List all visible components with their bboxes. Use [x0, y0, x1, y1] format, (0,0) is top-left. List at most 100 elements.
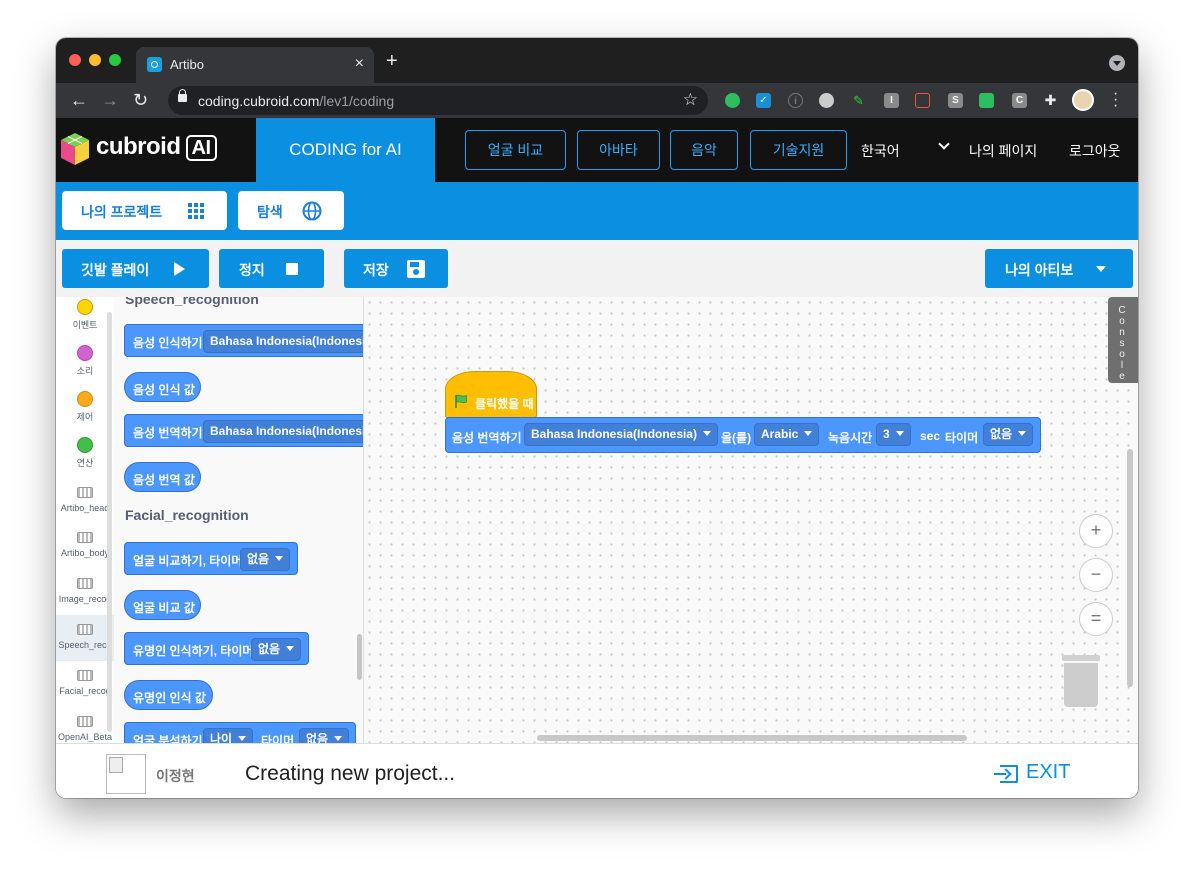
lock-icon: [178, 89, 187, 102]
celebrity-recognize-block[interactable]: 유명인 인식하기, 타이머 없음: [124, 632, 309, 665]
music-nav-button[interactable]: 음악: [670, 130, 738, 170]
favicon-icon: [147, 57, 162, 72]
category-operators[interactable]: 연산: [56, 437, 114, 469]
close-window-button[interactable]: [69, 54, 81, 66]
minimize-window-button[interactable]: [89, 54, 101, 66]
save-label: 저장: [363, 262, 389, 278]
category-label: OpenAI_Beta: [57, 732, 113, 742]
block-label: 녹음시간: [828, 431, 873, 445]
category-sound[interactable]: 소리: [56, 345, 114, 377]
my-page-link[interactable]: 나의 페이지: [969, 141, 1037, 161]
forward-button[interactable]: →: [101, 89, 119, 111]
zoom-in-button[interactable]: +: [1079, 514, 1113, 548]
my-artibo-dropdown[interactable]: 나의 아티보: [985, 249, 1133, 288]
address-bar[interactable]: coding.cubroid.com/lev1/coding ☆: [168, 86, 708, 115]
browser-menu-icon[interactable]: · · ·: [1113, 86, 1118, 114]
when-flag-clicked-block[interactable]: 클릭했을 때: [445, 371, 537, 419]
avatar-nav-button[interactable]: 아바타: [577, 130, 660, 170]
category-scrollbar[interactable]: [107, 312, 112, 732]
save-icon: [407, 260, 425, 278]
logout-link[interactable]: 로그아웃: [1069, 141, 1121, 161]
cubroid-logo-icon: [61, 133, 89, 165]
speech-translate-block[interactable]: 음성 번역하기 Bahasa Indonesia(Indonesia): [124, 414, 363, 447]
face-analyze-block[interactable]: 얼굴 분석하기 나이 타이머 없음: [124, 722, 356, 743]
zoom-reset-button[interactable]: =: [1079, 602, 1113, 636]
timer-dropdown[interactable]: 없음: [983, 423, 1034, 446]
category-artibo-body[interactable]: Artibo_body: [56, 532, 114, 558]
record-time-dropdown[interactable]: 3: [876, 423, 911, 446]
flag-play-button[interactable]: 깃발 플레이: [62, 249, 209, 288]
language-dropdown[interactable]: Bahasa Indonesia(Indonesia): [203, 420, 363, 443]
source-language-dropdown[interactable]: Bahasa Indonesia(Indonesia): [524, 423, 719, 446]
keyboard-icon[interactable]: [979, 93, 994, 108]
translate-value-reporter[interactable]: 음성 번역 값: [124, 462, 201, 492]
extension-icon: [77, 624, 93, 635]
bot-icon[interactable]: [915, 93, 930, 108]
category-control[interactable]: 제어: [56, 391, 114, 423]
coding-for-ai-tab[interactable]: CODING for AI: [256, 118, 435, 182]
bookmark-star-icon[interactable]: ☆: [683, 90, 698, 110]
tab-search-icon[interactable]: [1109, 55, 1125, 71]
browser-tab[interactable]: Artibo ×: [136, 47, 374, 83]
block-label: 유명인 인식하기, 타이머: [133, 644, 254, 658]
back-button[interactable]: ←: [70, 89, 88, 111]
ext-i-icon[interactable]: I: [884, 93, 899, 108]
user-avatar: [106, 754, 146, 794]
globe-icon[interactable]: [819, 93, 834, 108]
category-label: 이벤트: [72, 320, 98, 330]
attribute-dropdown[interactable]: 나이: [203, 728, 254, 743]
logo-wordmark[interactable]: cubroid AI: [96, 133, 217, 161]
timer-dropdown[interactable]: 없음: [299, 728, 350, 743]
speech-recognize-block[interactable]: 음성 인식하기 Bahasa Indonesia(Indonesia): [124, 324, 363, 357]
palette-scrollbar[interactable]: [357, 634, 362, 680]
timer-dropdown[interactable]: 없음: [251, 638, 302, 661]
block-label: 얼굴 비교하기, 타이머: [133, 554, 243, 568]
speech-translate-script-block[interactable]: 음성 번역하기 Bahasa Indonesia(Indonesia) 을(를)…: [445, 417, 1041, 453]
canvas-vertical-scrollbar[interactable]: [1127, 449, 1133, 687]
speech-value-reporter[interactable]: 음성 인식 값: [124, 372, 201, 402]
save-button[interactable]: 저장: [344, 249, 448, 288]
face-compare-value-reporter[interactable]: 얼굴 비교 값: [124, 590, 201, 620]
hat-label: 클릭했을 때: [475, 397, 534, 411]
language-dropdown[interactable]: Bahasa Indonesia(Indonesia): [203, 330, 363, 353]
checkmark-icon[interactable]: ✓: [756, 93, 771, 108]
language-select[interactable]: 한국어: [861, 141, 900, 161]
chevron-down-icon[interactable]: [938, 138, 950, 150]
console-toggle[interactable]: Console: [1108, 297, 1138, 383]
extension-icon: [77, 532, 93, 543]
exit-label: EXIT: [1026, 761, 1071, 783]
info-icon[interactable]: i: [788, 93, 803, 108]
explore-button[interactable]: 탐색: [238, 191, 344, 230]
puzzle-icon[interactable]: ✚: [1043, 93, 1058, 108]
ext-c-icon[interactable]: C: [1012, 93, 1027, 108]
timer-dropdown[interactable]: 없음: [240, 548, 291, 571]
my-projects-button[interactable]: 나의 프로젝트: [62, 191, 227, 230]
tab-close-icon[interactable]: ×: [355, 55, 364, 73]
category-image-recog[interactable]: Image_recog: [56, 578, 114, 604]
ext-s-icon[interactable]: S: [948, 93, 963, 108]
canvas-horizontal-scrollbar[interactable]: [537, 735, 967, 741]
category-artibo-head[interactable]: Artibo_head: [56, 487, 114, 513]
category-events[interactable]: 이벤트: [56, 299, 114, 331]
zoom-out-button[interactable]: −: [1079, 558, 1113, 592]
reload-button[interactable]: ↻: [133, 89, 148, 111]
category-openai-beta[interactable]: OpenAI_Beta: [56, 716, 114, 742]
script-canvas[interactable]: 클릭했을 때 음성 번역하기 Bahasa Indonesia(Indonesi…: [364, 297, 1138, 743]
evernote-icon[interactable]: [725, 93, 740, 108]
block-label: sec: [920, 429, 941, 443]
exit-icon: [994, 765, 1018, 783]
face-compare-block[interactable]: 얼굴 비교하기, 타이머 없음: [124, 542, 298, 575]
profile-avatar-icon[interactable]: [1072, 89, 1094, 111]
new-tab-button[interactable]: +: [386, 51, 398, 71]
celebrity-value-reporter[interactable]: 유명인 인식 값: [124, 680, 213, 710]
face-compare-nav-button[interactable]: 얼굴 비교: [465, 130, 566, 170]
pen-icon[interactable]: ✎: [851, 93, 866, 108]
extension-icon: [77, 716, 93, 727]
tech-support-nav-button[interactable]: 기술지원: [750, 130, 847, 170]
trash-can-icon[interactable]: [1062, 655, 1100, 707]
maximize-window-button[interactable]: [109, 54, 121, 66]
category-speech-recog[interactable]: Speech_reco: [56, 615, 114, 661]
category-facial-recog[interactable]: Facial_recog: [56, 670, 114, 696]
stop-button[interactable]: 정지: [219, 249, 324, 288]
target-language-dropdown[interactable]: Arabic: [754, 423, 820, 446]
